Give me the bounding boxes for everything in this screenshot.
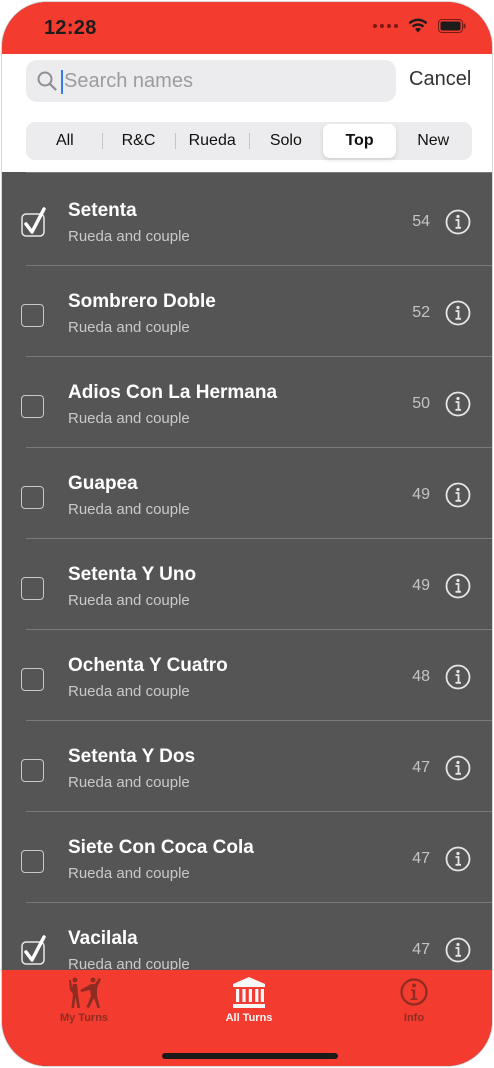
filter-segmented-control: All R&C Rueda Solo Top New bbox=[26, 122, 472, 160]
checkbox[interactable] bbox=[21, 304, 44, 327]
wifi-icon bbox=[408, 18, 428, 33]
list-item[interactable]: Setenta Y Dos Rueda and couple 47 bbox=[2, 721, 492, 812]
item-count: 52 bbox=[412, 304, 430, 321]
segment-new[interactable]: New bbox=[396, 124, 470, 158]
row-divider bbox=[26, 172, 492, 173]
list-item[interactable]: Siete Con Coca Cola Rueda and couple 47 bbox=[2, 812, 492, 903]
info-button-icon[interactable] bbox=[445, 664, 471, 690]
tab-label: All Turns bbox=[225, 1012, 273, 1024]
segment-solo[interactable]: Solo bbox=[249, 124, 323, 158]
item-title: Setenta bbox=[68, 200, 137, 221]
search-icon bbox=[37, 71, 57, 91]
tab-label: My Turns bbox=[59, 1012, 109, 1024]
battery-icon bbox=[438, 18, 466, 33]
item-title: Setenta Y Uno bbox=[68, 564, 197, 585]
info-button-icon[interactable] bbox=[445, 937, 471, 963]
status-bar: 12:28 bbox=[2, 2, 492, 54]
search-header: Cancel AllR&CRuedaSoloTopNew bbox=[2, 54, 492, 172]
building-columns-icon bbox=[233, 977, 265, 1008]
segment-all[interactable]: All bbox=[28, 124, 102, 158]
checkbox[interactable] bbox=[21, 759, 44, 782]
item-title: Setenta Y Dos bbox=[68, 746, 196, 767]
item-title: Sombrero Doble bbox=[68, 291, 216, 312]
info-button-icon[interactable] bbox=[445, 391, 471, 417]
turns-list[interactable]: Setenta Rueda and couple 54 Sombrero Doble R… bbox=[2, 172, 492, 970]
item-count: 49 bbox=[412, 577, 430, 594]
info-button-icon[interactable] bbox=[445, 846, 471, 872]
list-item[interactable]: Vacilala Rueda and couple 47 bbox=[2, 903, 492, 970]
tab-my-turns[interactable]: My Turns bbox=[29, 976, 139, 1024]
info-circle-icon bbox=[400, 978, 428, 1006]
checkbox[interactable] bbox=[21, 486, 44, 509]
item-count: 47 bbox=[412, 850, 430, 867]
text-cursor bbox=[61, 70, 63, 94]
segment-rueda[interactable]: Rueda bbox=[175, 124, 249, 158]
tab-label: Info bbox=[403, 1012, 425, 1024]
checked-checkbox-icon[interactable] bbox=[21, 935, 47, 965]
checkbox[interactable] bbox=[21, 577, 44, 600]
cancel-button[interactable]: Cancel bbox=[409, 68, 471, 91]
checkbox[interactable] bbox=[21, 395, 44, 418]
item-title: Guapea bbox=[68, 473, 138, 494]
checkbox[interactable] bbox=[21, 850, 44, 873]
info-button-icon[interactable] bbox=[445, 300, 471, 326]
app-screen: 12:28 Cancel bbox=[1, 1, 493, 1067]
item-title: Ochenta Y Cuatro bbox=[68, 655, 228, 676]
dancers-icon bbox=[69, 977, 101, 1008]
item-subtitle: Rueda and couple bbox=[68, 228, 190, 245]
tab-info[interactable]: Info bbox=[359, 976, 469, 1024]
info-button-icon[interactable] bbox=[445, 209, 471, 235]
tab-all-turns[interactable]: All Turns bbox=[194, 976, 304, 1024]
list-item[interactable]: Adios Con La Hermana Rueda and couple 50 bbox=[2, 357, 492, 448]
list-item[interactable]: Guapea Rueda and couple 49 bbox=[2, 448, 492, 539]
item-subtitle: Rueda and couple bbox=[68, 319, 190, 336]
item-count: 47 bbox=[412, 759, 430, 776]
cellular-signal-icon bbox=[373, 23, 398, 28]
search-input[interactable] bbox=[64, 64, 384, 98]
item-count: 49 bbox=[412, 486, 430, 503]
item-count: 54 bbox=[412, 213, 430, 230]
item-title: Adios Con La Hermana bbox=[68, 382, 278, 403]
segment-r-c[interactable]: R&C bbox=[101, 124, 176, 158]
checkbox[interactable] bbox=[21, 668, 44, 691]
item-count: 50 bbox=[412, 395, 430, 412]
list-item[interactable]: Sombrero Doble Rueda and couple 52 bbox=[2, 266, 492, 357]
item-count: 47 bbox=[412, 941, 430, 958]
tab-bar: My Turns All Turns Info bbox=[2, 970, 492, 1066]
item-title: Siete Con Coca Cola bbox=[68, 837, 254, 858]
item-title: Vacilala bbox=[68, 928, 138, 949]
item-count: 48 bbox=[412, 668, 430, 685]
info-button-icon[interactable] bbox=[445, 482, 471, 508]
list-item[interactable]: Setenta Rueda and couple 54 bbox=[2, 172, 492, 266]
item-subtitle: Rueda and couple bbox=[68, 501, 190, 518]
segment-top[interactable]: Top bbox=[322, 124, 397, 158]
info-button-icon[interactable] bbox=[445, 755, 471, 781]
item-subtitle: Rueda and couple bbox=[68, 865, 190, 882]
list-item[interactable]: Setenta Y Uno Rueda and couple 49 bbox=[2, 539, 492, 630]
list-item[interactable]: Ochenta Y Cuatro Rueda and couple 48 bbox=[2, 630, 492, 721]
item-subtitle: Rueda and couple bbox=[68, 592, 190, 609]
info-button-icon[interactable] bbox=[445, 573, 471, 599]
status-indicators bbox=[373, 18, 466, 33]
home-indicator bbox=[162, 1053, 338, 1059]
item-subtitle: Rueda and couple bbox=[68, 774, 190, 791]
item-subtitle: Rueda and couple bbox=[68, 683, 190, 700]
status-time: 12:28 bbox=[44, 17, 97, 39]
item-subtitle: Rueda and couple bbox=[68, 956, 190, 970]
item-subtitle: Rueda and couple bbox=[68, 410, 190, 427]
checked-checkbox-icon[interactable] bbox=[21, 207, 47, 237]
search-field[interactable] bbox=[26, 60, 396, 102]
